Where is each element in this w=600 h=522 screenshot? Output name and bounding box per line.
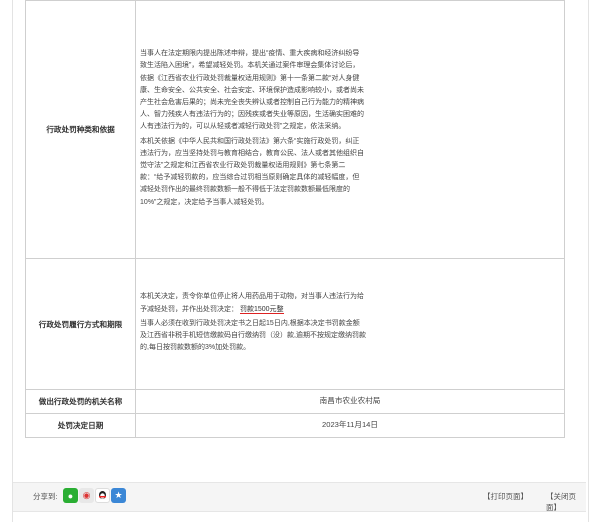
row-value: 本机关决定，责令你单位停止将人用药品用于动物，对当事人违法行为给予减轻处罚，并作… xyxy=(135,258,565,390)
decision-date: 2023年11月14日 xyxy=(135,413,565,438)
table-row: 行政处罚履行方式和期限 本机关决定，责令你单位停止将人用药品用于动物，对当事人违… xyxy=(24,258,565,390)
paragraph: 本机关决定，责令你单位停止将人用药品用于动物，对当事人违法行为给予减轻处罚，并作… xyxy=(140,291,366,315)
table-row: 处罚决定日期 2023年11月14日 xyxy=(24,413,565,438)
table-row: 行政处罚种类和依据 当事人在法定期限内提出陈述申辩，提出“疫情、重大疾病和经济纠… xyxy=(24,0,565,259)
print-page-button[interactable]: 【打印页面】 xyxy=(483,491,528,502)
penalty-info-table: 行政处罚种类和依据 当事人在法定期限内提出陈述申辩，提出“疫情、重大疾病和经济纠… xyxy=(24,0,565,438)
qq-icon[interactable] xyxy=(95,488,110,503)
table-row: 做出行政处罚的机关名称 南昌市农业农村局 xyxy=(24,389,565,414)
wechat-icon[interactable]: ● xyxy=(63,488,78,503)
paragraph: 当事人必须在收到行政处罚决定书之日起15日内,根据本决定书罚款金额及江西省非税手… xyxy=(140,319,366,352)
paragraph: 当事人在法定期限内提出陈述申辩，提出“疫情、重大疾病和经济纠纷导致生活陷入困境”… xyxy=(140,50,365,131)
weibo-icon[interactable]: ◉ xyxy=(79,488,94,503)
row-label: 处罚决定日期 xyxy=(24,413,137,438)
row-label: 行政处罚履行方式和期限 xyxy=(24,258,137,390)
share-label: 分享到: xyxy=(33,492,58,501)
row-value: 当事人在法定期限内提出陈述申辩，提出“疫情、重大疾病和经济纠纷导致生活陷入困境”… xyxy=(135,0,565,259)
close-page-button[interactable]: 【关闭页面】 xyxy=(546,491,586,513)
row-label: 做出行政处罚的机关名称 xyxy=(24,389,137,414)
qzone-icon[interactable]: ★ xyxy=(111,488,126,503)
paragraph: 本机关依据《中华人民共和国行政处罚法》第六条“实施行政处罚，纠正违法行为，应当坚… xyxy=(140,137,365,206)
authority-name: 南昌市农业农村局 xyxy=(135,389,565,414)
row-label: 行政处罚种类和依据 xyxy=(24,0,137,259)
share-bar: 分享到: ● ◉ ★ 【打印页面】 【关闭页面】 xyxy=(13,482,586,512)
fine-amount: 罚款1500元整 xyxy=(239,305,284,314)
